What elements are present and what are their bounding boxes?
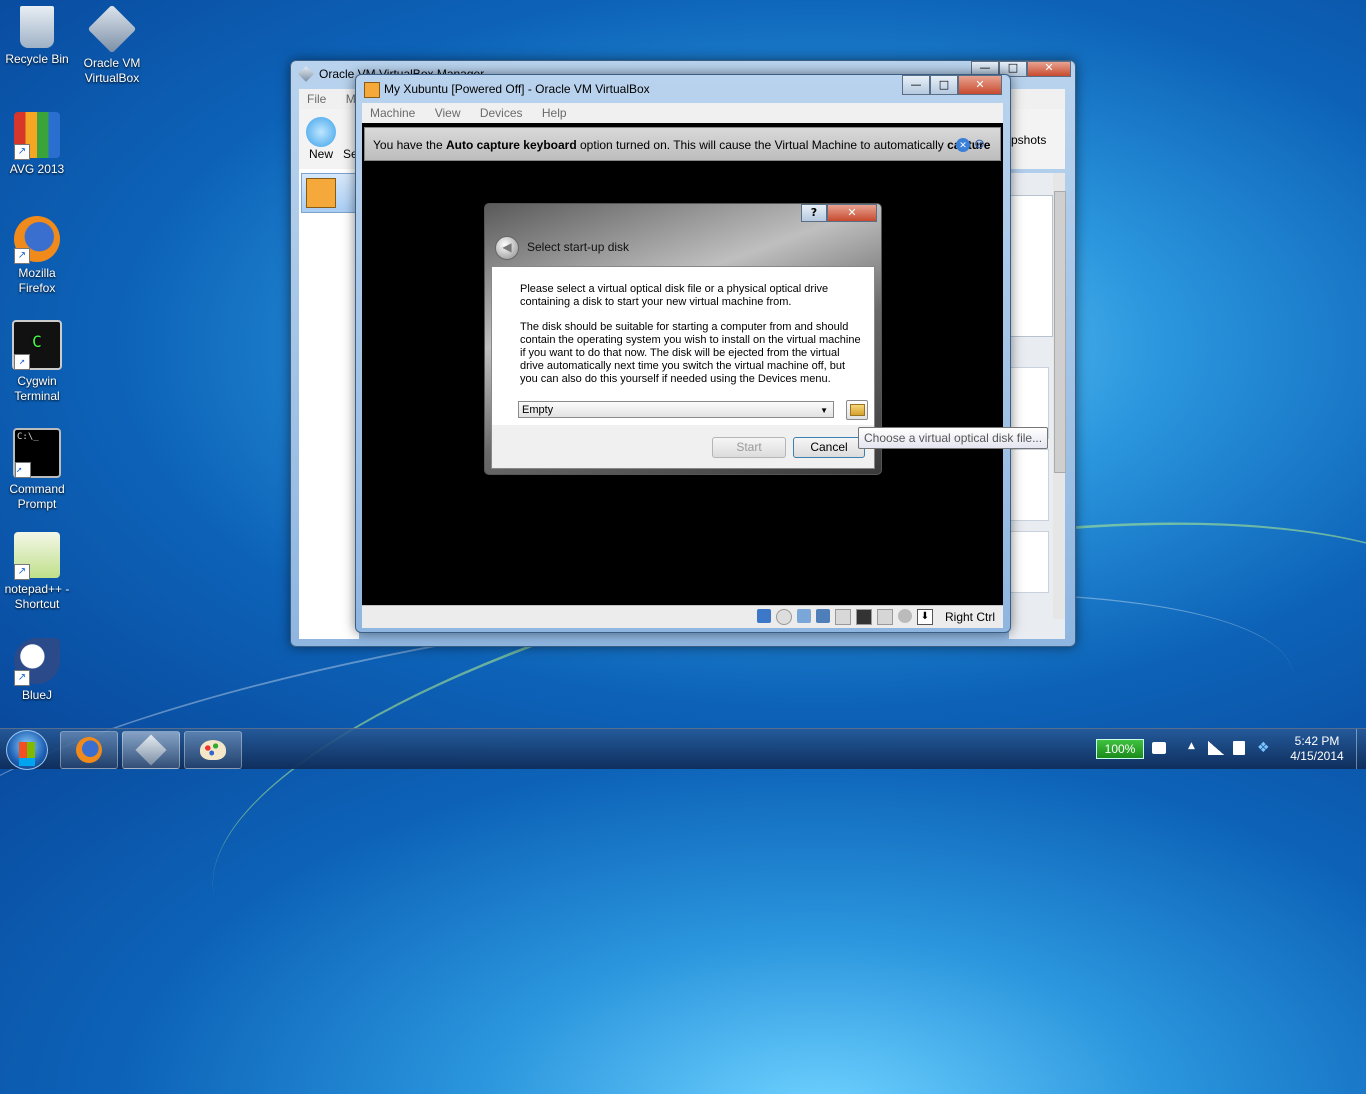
dialog-controls: ? ✕ — [801, 204, 877, 222]
notification-mute-icon[interactable]: ⊘ — [974, 136, 990, 152]
host-key-icon: ⬇ — [917, 609, 933, 625]
maximize-button[interactable]: □ — [930, 75, 958, 95]
desktop-icon-label: Oracle VM VirtualBox — [83, 56, 141, 85]
snapshots-button[interactable]: pshots — [1011, 133, 1046, 147]
back-icon[interactable]: ◀ — [495, 236, 519, 260]
tooltip: Choose a virtual optical disk file... — [858, 427, 1049, 449]
show-hidden-icons-chevron-icon[interactable]: ▲ — [1188, 741, 1195, 751]
bluej-icon: ↗ — [14, 638, 60, 686]
clock-date: 4/15/2014 — [1290, 749, 1344, 763]
menu-file[interactable]: File — [299, 89, 334, 109]
window-controls: — □ ✕ — [902, 75, 1002, 95]
chevron-down-icon: ▼ — [820, 406, 828, 415]
virtualbox-icon — [87, 4, 137, 54]
action-center-icon[interactable] — [1233, 741, 1245, 755]
hard-disk-status-icon[interactable] — [757, 609, 771, 623]
taskbar-virtualbox[interactable] — [122, 731, 180, 769]
video-capture-status-icon[interactable] — [877, 609, 893, 625]
firefox-icon: ↗ — [14, 216, 60, 264]
start-button[interactable] — [6, 730, 48, 770]
mouse-integration-status-icon[interactable] — [898, 609, 912, 623]
menu-help[interactable]: Help — [534, 103, 575, 123]
close-button[interactable]: ✕ — [958, 75, 1002, 95]
shared-folders-status-icon[interactable] — [835, 609, 851, 625]
choose-disk-file-button[interactable] — [846, 400, 868, 420]
desktop-icon-recycle-bin[interactable]: Recycle Bin — [0, 6, 74, 67]
avg-icon: ↗ — [14, 112, 60, 160]
show-desktop-button[interactable] — [1356, 729, 1366, 769]
dialog-content: Please select a virtual optical disk fil… — [491, 266, 875, 427]
recycle-bin-icon — [20, 6, 54, 48]
menu-machine[interactable]: Machine — [362, 103, 423, 123]
desktop-icon-firefox[interactable]: ↗ Mozilla Firefox — [0, 216, 74, 296]
close-button[interactable]: ✕ — [827, 204, 877, 222]
new-icon — [306, 117, 336, 147]
taskbar-firefox[interactable] — [60, 731, 118, 769]
desktop-icon-label: Cygwin Terminal — [14, 374, 60, 403]
battery-indicator[interactable]: 100% — [1096, 739, 1144, 759]
cancel-button[interactable]: Cancel — [793, 437, 865, 458]
notification-bar: You have the Auto capture keyboard optio… — [364, 127, 1001, 161]
cygwin-terminal-icon: C ↗ — [12, 320, 62, 370]
vm-list — [299, 169, 359, 639]
dialog-footer: Start Cancel — [491, 425, 875, 469]
desktop-icon-label: BlueJ — [21, 688, 53, 702]
paint-icon — [200, 740, 226, 760]
desktop-icon-label: notepad++ - Shortcut — [4, 582, 70, 611]
minimize-button[interactable]: — — [902, 75, 930, 95]
desktop-icon-virtualbox[interactable]: Oracle VM VirtualBox — [75, 4, 149, 86]
clock[interactable]: 5:42 PM 4/15/2014 — [1282, 734, 1352, 764]
status-bar: ⬇ Right Ctrl — [362, 605, 1003, 628]
preview-box — [1009, 195, 1053, 337]
virtualbox-icon — [298, 66, 314, 82]
power-plug-icon[interactable] — [1152, 742, 1166, 754]
desktop-icon-bluej[interactable]: ↗ BlueJ — [0, 638, 74, 703]
taskbar: 100% ▲ ❖ 5:42 PM 4/15/2014 — [0, 728, 1366, 770]
network-status-icon[interactable] — [816, 609, 830, 623]
dropbox-icon[interactable]: ❖ — [1257, 741, 1271, 755]
usb-status-icon[interactable] — [797, 609, 811, 623]
taskbar-paint[interactable] — [184, 731, 242, 769]
vm-list-item-selected[interactable] — [301, 173, 357, 213]
firefox-icon — [76, 737, 102, 763]
desktop-icon-command-prompt[interactable]: C:\_ ↗ Command Prompt — [0, 428, 74, 512]
desktop-icon-label: Mozilla Firefox — [18, 266, 56, 295]
xubuntu-icon — [306, 178, 336, 208]
menu-devices[interactable]: Devices — [472, 103, 531, 123]
host-key-label: Right Ctrl — [944, 610, 995, 624]
optical-drive-status-icon[interactable] — [776, 609, 792, 625]
close-button[interactable]: ✕ — [1027, 61, 1071, 77]
desktop-icon-label: Recycle Bin — [5, 52, 69, 66]
startup-disk-dialog[interactable]: ? ✕ ◀ Select start-up disk Please select… — [484, 203, 882, 475]
disk-select[interactable]: Empty ▼ — [518, 401, 834, 418]
start-button[interactable]: Start — [712, 437, 786, 458]
menu-view[interactable]: View — [427, 103, 469, 123]
menubar: Machine View Devices Help — [362, 103, 1003, 123]
desktop-icon-label: AVG 2013 — [9, 162, 65, 176]
signal-strength-icon[interactable] — [1208, 741, 1224, 755]
notepadpp-icon: ↗ — [14, 532, 60, 580]
desktop-icon-cygwin[interactable]: C ↗ Cygwin Terminal — [0, 320, 74, 404]
desktop-icon-label: Command Prompt — [9, 482, 65, 511]
new-button[interactable]: New — [303, 117, 339, 161]
dialog-description: The disk should be suitable for starting… — [520, 321, 861, 385]
scrollbar-thumb[interactable] — [1054, 191, 1066, 473]
dialog-description: Please select a virtual optical disk fil… — [520, 283, 829, 308]
xubuntu-icon — [364, 82, 380, 98]
clock-time: 5:42 PM — [1294, 734, 1340, 748]
desktop-icon-notepadpp[interactable]: ↗ notepad++ - Shortcut — [0, 532, 74, 612]
details-section — [1009, 449, 1049, 521]
windows-logo-icon — [19, 742, 35, 758]
dialog-title: Select start-up disk — [527, 240, 630, 254]
virtualbox-icon — [135, 734, 167, 766]
desktop-icon-avg[interactable]: ↗ AVG 2013 — [0, 112, 74, 177]
window-title: My Xubuntu [Powered Off] - Oracle VM Vir… — [384, 82, 650, 96]
folder-icon — [850, 404, 865, 416]
vertical-scrollbar[interactable] — [1053, 173, 1066, 619]
help-button[interactable]: ? — [801, 204, 827, 222]
details-section — [1009, 531, 1049, 593]
notification-close-icon[interactable]: ✕ — [956, 138, 970, 152]
command-prompt-icon: C:\_ ↗ — [13, 428, 61, 478]
display-status-icon[interactable] — [856, 609, 872, 625]
